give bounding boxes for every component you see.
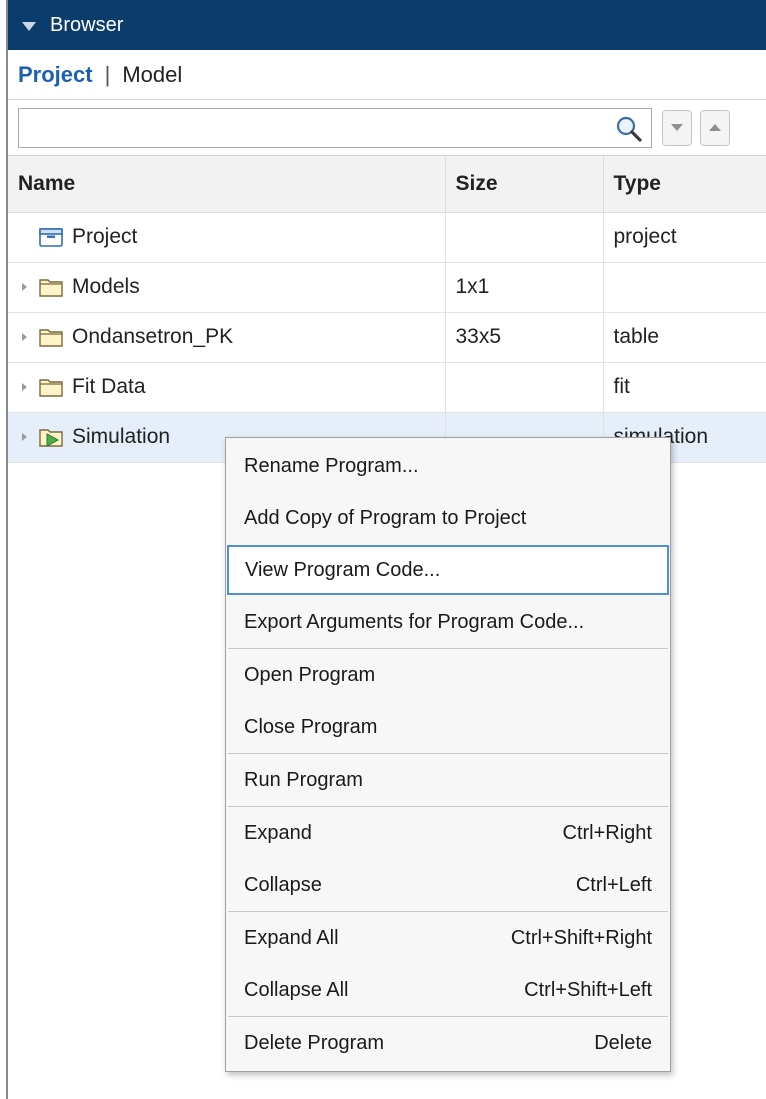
search-row (8, 100, 766, 156)
menu-item-label: Delete Program (244, 1031, 385, 1054)
context-menu: Rename Program... Add Copy of Program to… (225, 437, 671, 1072)
menu-item-expand-all[interactable]: Expand All Ctrl+Shift+Right (226, 912, 670, 964)
tab-separator: | (104, 61, 111, 87)
project-icon (39, 228, 63, 247)
find-previous-button[interactable] (700, 109, 730, 146)
table-row[interactable]: Fit Data fit (8, 362, 766, 413)
row-type: project (603, 212, 766, 263)
menu-item-view-program-code[interactable]: View Program Code... (227, 545, 669, 595)
left-edge-border (0, 0, 8, 1099)
menu-item-run-program[interactable]: Run Program (226, 754, 670, 806)
menu-item-label: Expand (244, 821, 312, 844)
folder-icon (39, 279, 63, 297)
folder-icon (39, 379, 63, 397)
menu-item-shortcut: Ctrl+Shift+Left (524, 978, 652, 1001)
arrow-down-icon (671, 124, 683, 131)
menu-item-label: View Program Code... (245, 558, 441, 581)
row-name: Models (72, 275, 140, 298)
row-size (445, 212, 604, 263)
expand-arrow-icon[interactable] (18, 283, 30, 291)
menu-item-shortcut: Ctrl+Shift+Right (510, 926, 652, 949)
menu-item-label: Export Arguments for Program Code... (244, 610, 585, 633)
menu-item-close-program[interactable]: Close Program (226, 701, 670, 753)
row-size: 1x1 (445, 262, 604, 313)
column-header-name[interactable]: Name (8, 156, 446, 213)
collapse-triangle-icon[interactable] (22, 21, 36, 31)
row-type (603, 262, 766, 313)
menu-item-label: Rename Program... (244, 454, 419, 477)
table-row[interactable]: Ondansetron_PK 33x5 table (8, 312, 766, 363)
expand-arrow-icon[interactable] (18, 383, 30, 391)
search-input[interactable] (19, 108, 599, 147)
row-size (445, 362, 604, 413)
menu-item-collapse[interactable]: Collapse Ctrl+Left (226, 859, 670, 911)
menu-item-add-copy-to-project[interactable]: Add Copy of Program to Project (226, 492, 670, 544)
row-name: Project (72, 225, 138, 248)
simulation-folder-icon (39, 429, 63, 447)
column-header-size[interactable]: Size (445, 156, 604, 213)
panel-title: Browser (50, 13, 124, 36)
row-name: Simulation (72, 425, 171, 448)
tab-project[interactable]: Project (18, 62, 93, 88)
row-name: Ondansetron_PK (72, 325, 234, 348)
expand-arrow-icon[interactable] (18, 433, 30, 441)
menu-item-label: Collapse (244, 873, 322, 896)
menu-item-label: Close Program (244, 715, 378, 738)
table-row[interactable]: Project project (8, 212, 766, 263)
menu-item-label: Collapse All (244, 978, 349, 1001)
table-row[interactable]: Models 1x1 (8, 262, 766, 313)
menu-item-delete-program[interactable]: Delete Program Delete (226, 1017, 670, 1069)
table-header-row: Name Size Type (8, 156, 766, 213)
arrow-up-icon (709, 124, 721, 131)
search-icon[interactable] (615, 115, 643, 143)
menu-item-label: Open Program (244, 663, 376, 686)
menu-item-expand[interactable]: Expand Ctrl+Right (226, 807, 670, 859)
tab-model[interactable]: Model (122, 62, 182, 88)
find-next-button[interactable] (662, 109, 692, 146)
project-tree-table: Name Size Type Project project Models 1x… (8, 156, 766, 463)
menu-item-label: Run Program (244, 768, 363, 791)
menu-item-shortcut: Ctrl+Left (575, 873, 652, 896)
column-header-type[interactable]: Type (603, 156, 766, 213)
menu-item-rename-program[interactable]: Rename Program... (226, 440, 670, 492)
menu-item-export-arguments[interactable]: Export Arguments for Program Code... (226, 596, 670, 648)
row-type: fit (603, 362, 766, 413)
expand-arrow-icon[interactable] (18, 333, 30, 341)
search-box (18, 107, 652, 148)
view-tabs: Project | Model (8, 50, 766, 100)
menu-item-shortcut: Ctrl+Right (562, 821, 652, 844)
menu-item-collapse-all[interactable]: Collapse All Ctrl+Shift+Left (226, 964, 670, 1016)
folder-icon (39, 329, 63, 347)
row-type: table (603, 312, 766, 363)
row-size: 33x5 (445, 312, 604, 363)
row-name: Fit Data (72, 375, 146, 398)
menu-item-shortcut: Delete (594, 1031, 652, 1054)
menu-item-label: Add Copy of Program to Project (244, 506, 527, 529)
menu-item-open-program[interactable]: Open Program (226, 649, 670, 701)
menu-item-label: Expand All (244, 926, 339, 949)
browser-titlebar[interactable]: Browser (8, 0, 766, 50)
